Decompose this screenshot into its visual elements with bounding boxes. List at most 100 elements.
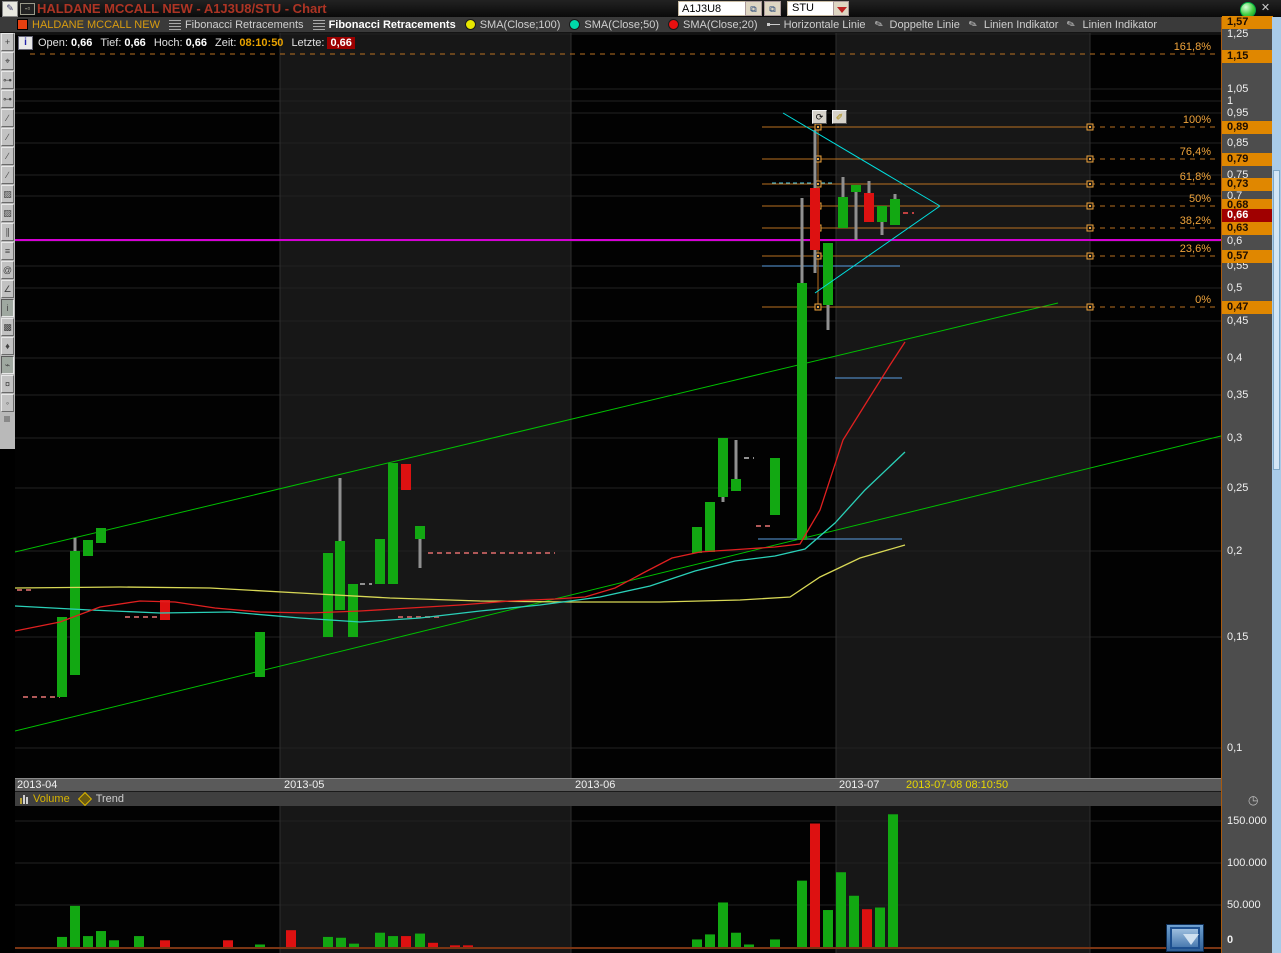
toolbar-resize-handle[interactable]: [4, 416, 10, 422]
candle: [375, 539, 385, 584]
price-scrollbar[interactable]: [1272, 17, 1281, 953]
drawing-properties-button[interactable]: ⟳: [812, 110, 827, 124]
vertical-lines-tool-icon[interactable]: ∥: [1, 223, 14, 241]
print-tool-icon[interactable]: ¤: [1, 375, 14, 393]
drawing-style-button[interactable]: ✐: [832, 110, 847, 124]
candle: [838, 197, 848, 228]
trend-label[interactable]: Trend: [96, 793, 124, 805]
fib-handle-dot: [1089, 227, 1091, 229]
close-icon[interactable]: ✕: [1259, 2, 1272, 15]
legend-item-6[interactable]: Horizontale Linie: [767, 19, 866, 31]
legend-item-0[interactable]: HALDANE MCCALL NEW: [17, 19, 160, 31]
info-field-value: 0,66: [124, 37, 145, 49]
fib-handle-dot: [817, 183, 819, 185]
fib-price-label: 0,79: [1222, 153, 1273, 166]
trendline-tool-4-icon[interactable]: ∕: [1, 166, 14, 184]
price-axis[interactable]: ◷ 1,251,0510,950,850,750,70,60,550,50,45…: [1221, 17, 1272, 953]
trendline-tool-icon[interactable]: ∕: [1, 109, 14, 127]
symbol-input[interactable]: [678, 1, 749, 16]
exchange-select[interactable]: STU: [787, 1, 839, 16]
fibonacci-retracement-tool-icon[interactable]: ≡: [1, 242, 14, 260]
volume-bar: [134, 936, 144, 947]
legend-item-5[interactable]: SMA(Close;20): [668, 19, 758, 31]
pin-window-icon[interactable]: -▫: [20, 3, 35, 15]
fib-icon: [313, 20, 325, 30]
scroll-down-button[interactable]: [1166, 924, 1204, 952]
candle: [731, 479, 741, 491]
fib-handle-dot: [1089, 158, 1091, 160]
connect-tool-icon[interactable]: ⌁: [1, 356, 14, 374]
candle: [851, 185, 861, 192]
target-tool-icon[interactable]: ⌖: [1, 52, 14, 70]
fibonacci-fan-tool-icon[interactable]: ▨: [1, 185, 14, 203]
fib-percent-label: 100%: [1183, 114, 1211, 126]
legend-item-9[interactable]: Linien Indikator: [1067, 19, 1157, 31]
exchange-dropdown-button[interactable]: [833, 1, 849, 16]
window-titlebar: ✎ -▫ HALDANE MCCALL NEW - A1J3U8/STU - C…: [0, 0, 1281, 17]
price-tick-label: 0,4: [1227, 352, 1242, 364]
trendline-tool-3-icon[interactable]: ∕: [1, 147, 14, 165]
misc-tool-icon[interactable]: ◦: [1, 394, 14, 412]
crosshair-tool-icon[interactable]: +: [1, 33, 14, 51]
fib-price-label: 1,15: [1222, 50, 1273, 63]
candle: [96, 528, 106, 543]
candle: [770, 458, 780, 515]
grid-tool-icon[interactable]: ▩: [1, 318, 14, 336]
candle: [70, 551, 80, 675]
volume-bar: [401, 936, 411, 947]
legend-item-3[interactable]: SMA(Close;100): [465, 19, 561, 31]
legend-item-label: Linien Indikator: [984, 19, 1059, 31]
date-axis[interactable]: 2013-042013-052013-062013-072013-07-08 0…: [15, 778, 1221, 792]
volume-bar: [705, 934, 715, 947]
symbol-list-button[interactable]: ⧉: [764, 1, 781, 16]
legend-item-2[interactable]: Fibonacci Retracements: [313, 19, 456, 31]
fib-handle-dot: [1089, 126, 1091, 128]
clock-icon[interactable]: ◷: [1248, 793, 1258, 807]
price-tick-label: 1: [1227, 95, 1233, 107]
price-chart-area[interactable]: i Open:0,66Tief:0,66Hoch:0,66Zeit:08:10:…: [15, 33, 1221, 778]
legend-item-8[interactable]: Linien Indikator: [969, 19, 1059, 31]
price-tick-label: 1,05: [1227, 83, 1248, 95]
horizontal-ray-tool-icon[interactable]: ⊶: [1, 90, 14, 108]
symbol-search-button[interactable]: ⧉: [745, 1, 762, 16]
angle-tool-icon[interactable]: ∠: [1, 280, 14, 298]
info-field-label: Open:: [38, 37, 68, 49]
price-tick-label: 0,85: [1227, 137, 1248, 149]
alert-tool-icon[interactable]: ♦: [1, 337, 14, 355]
fib-handle-dot: [817, 126, 819, 128]
legend-item-label: SMA(Close;20): [683, 19, 758, 31]
legend-item-label: HALDANE MCCALL NEW: [32, 19, 160, 31]
candle: [705, 502, 715, 552]
horizontal-line-tool-icon[interactable]: ⊶: [1, 71, 14, 89]
hline-icon: [767, 21, 780, 28]
volume-tick-label: 0: [1227, 934, 1233, 946]
spiral-tool-icon[interactable]: @: [1, 261, 14, 279]
fib-price-label: 0,73: [1222, 178, 1273, 191]
scroll-down-arrow-icon: [1170, 927, 1200, 949]
legend-item-1[interactable]: Fibonacci Retracements: [169, 19, 304, 31]
month-column: [571, 33, 836, 778]
price-tick-label: 0,45: [1227, 315, 1248, 327]
legend-item-4[interactable]: SMA(Close;50): [569, 19, 659, 31]
volume-bar: [888, 814, 898, 947]
price-scrollbar-thumb[interactable]: [1273, 170, 1280, 470]
volume-chart-area[interactable]: [15, 806, 1221, 953]
volume-bar: [849, 896, 859, 947]
info-field-label: Zeit:: [215, 37, 236, 49]
volume-label[interactable]: Volume: [33, 793, 70, 805]
fibonacci-arc-tool-icon[interactable]: ▨: [1, 204, 14, 222]
trendline-tool-2-icon[interactable]: ∕: [1, 128, 14, 146]
candle: [810, 188, 820, 250]
month-column: [15, 806, 280, 953]
info-field-label: Hoch:: [154, 37, 183, 49]
volume-bar: [349, 944, 359, 947]
info-tool-icon[interactable]: i: [1, 299, 14, 317]
volume-bar: [770, 939, 780, 947]
volume-bar: [692, 939, 702, 947]
info-icon: i: [18, 36, 33, 50]
candle: [823, 243, 833, 305]
fib-price-label: 0,57: [1222, 250, 1273, 263]
legend-item-label: Fibonacci Retracements: [185, 19, 304, 31]
legend-item-label: Fibonacci Retracements: [329, 19, 456, 31]
legend-item-7[interactable]: Doppelte Linie: [875, 19, 960, 31]
